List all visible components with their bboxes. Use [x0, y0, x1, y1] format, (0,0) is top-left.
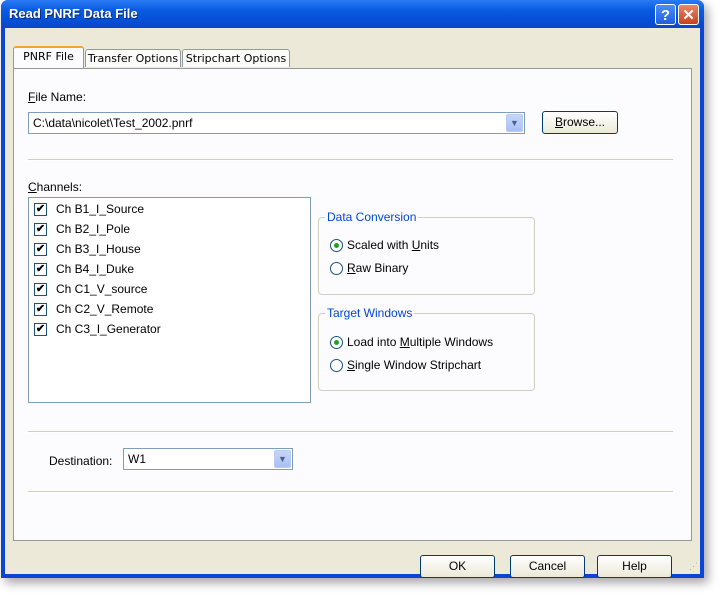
- cancel-button[interactable]: Cancel: [510, 555, 585, 578]
- channel-label: Ch B4_I_Duke: [56, 262, 135, 276]
- file-name-value: C:\data\nicolet\Test_2002.pnrf: [33, 116, 193, 130]
- ok-button[interactable]: OK: [420, 555, 495, 578]
- scaled-units-radio[interactable]: [330, 239, 343, 252]
- data-conversion-title: Data Conversion: [325, 210, 419, 224]
- file-name-combo[interactable]: C:\data\nicolet\Test_2002.pnrf ▼: [28, 112, 525, 134]
- file-name-label: File Name:: [28, 90, 87, 104]
- channel-label: Ch B3_I_House: [56, 242, 141, 256]
- raw-binary-label: Raw Binary: [347, 261, 409, 275]
- channel-label: Ch C1_V_source: [56, 282, 148, 296]
- help-button[interactable]: Help: [597, 555, 672, 578]
- tab-pnrf-file[interactable]: PNRF File: [13, 46, 84, 68]
- window-title: Read PNRF Data File: [9, 6, 138, 21]
- single-window-radio[interactable]: [330, 359, 343, 372]
- scaled-units-label: Scaled with Units: [347, 238, 440, 252]
- channel-checkbox[interactable]: ✔: [34, 283, 47, 296]
- dialog-client-area: PNRF File Transfer Options Stripchart Op…: [5, 28, 700, 578]
- chevron-down-icon[interactable]: ▼: [274, 450, 291, 468]
- separator: [28, 159, 673, 161]
- channel-checkbox[interactable]: ✔: [34, 263, 47, 276]
- channel-label: Ch B2_I_Pole: [56, 222, 131, 236]
- destination-combo[interactable]: W1 ▼: [123, 448, 293, 470]
- browse-button[interactable]: Browse...: [542, 111, 618, 134]
- destination-value: W1: [128, 452, 146, 466]
- tab-panel-pnrf-file: File Name: C:\data\nicolet\Test_2002.pnr…: [13, 68, 692, 541]
- chevron-down-icon[interactable]: ▼: [506, 114, 523, 132]
- channels-list[interactable]: ✔ Ch B1_I_Source ✔ Ch B2_I_Pole ✔ Ch B3_…: [28, 197, 311, 403]
- multiple-windows-label: Load into Multiple Windows: [347, 335, 494, 349]
- resize-grip-icon[interactable]: ⋰: [689, 561, 698, 572]
- close-button[interactable]: ✕: [678, 4, 699, 25]
- tab-stripchart-options[interactable]: Stripchart Options: [182, 49, 290, 67]
- target-windows-title: Target Windows: [325, 306, 415, 320]
- raw-binary-radio[interactable]: [330, 262, 343, 275]
- separator: [28, 431, 673, 433]
- title-bar[interactable]: Read PNRF Data File ? ✕: [1, 0, 704, 28]
- separator: [28, 491, 673, 493]
- data-conversion-group: Data Conversion Scaled with Units Raw Bi…: [318, 210, 535, 295]
- channels-label: Channels:: [28, 180, 83, 194]
- single-window-label: Single Window Stripchart: [347, 358, 482, 372]
- tab-transfer-options[interactable]: Transfer Options: [85, 49, 181, 67]
- destination-label: Destination:: [49, 454, 113, 468]
- help-title-button[interactable]: ?: [655, 4, 676, 25]
- dialog-window: Read PNRF Data File ? ✕ PNRF File Transf…: [1, 0, 704, 578]
- channel-label: Ch C2_V_Remote: [56, 302, 154, 316]
- channel-label: Ch C3_I_Generator: [56, 322, 161, 336]
- multiple-windows-radio[interactable]: [330, 336, 343, 349]
- channel-checkbox[interactable]: ✔: [34, 243, 47, 256]
- target-windows-group: Target Windows Load into Multiple Window…: [318, 306, 535, 391]
- channel-checkbox[interactable]: ✔: [34, 303, 47, 316]
- channel-checkbox[interactable]: ✔: [34, 323, 47, 336]
- channel-checkbox[interactable]: ✔: [34, 203, 47, 216]
- channel-label: Ch B1_I_Source: [56, 202, 145, 216]
- channel-checkbox[interactable]: ✔: [34, 223, 47, 236]
